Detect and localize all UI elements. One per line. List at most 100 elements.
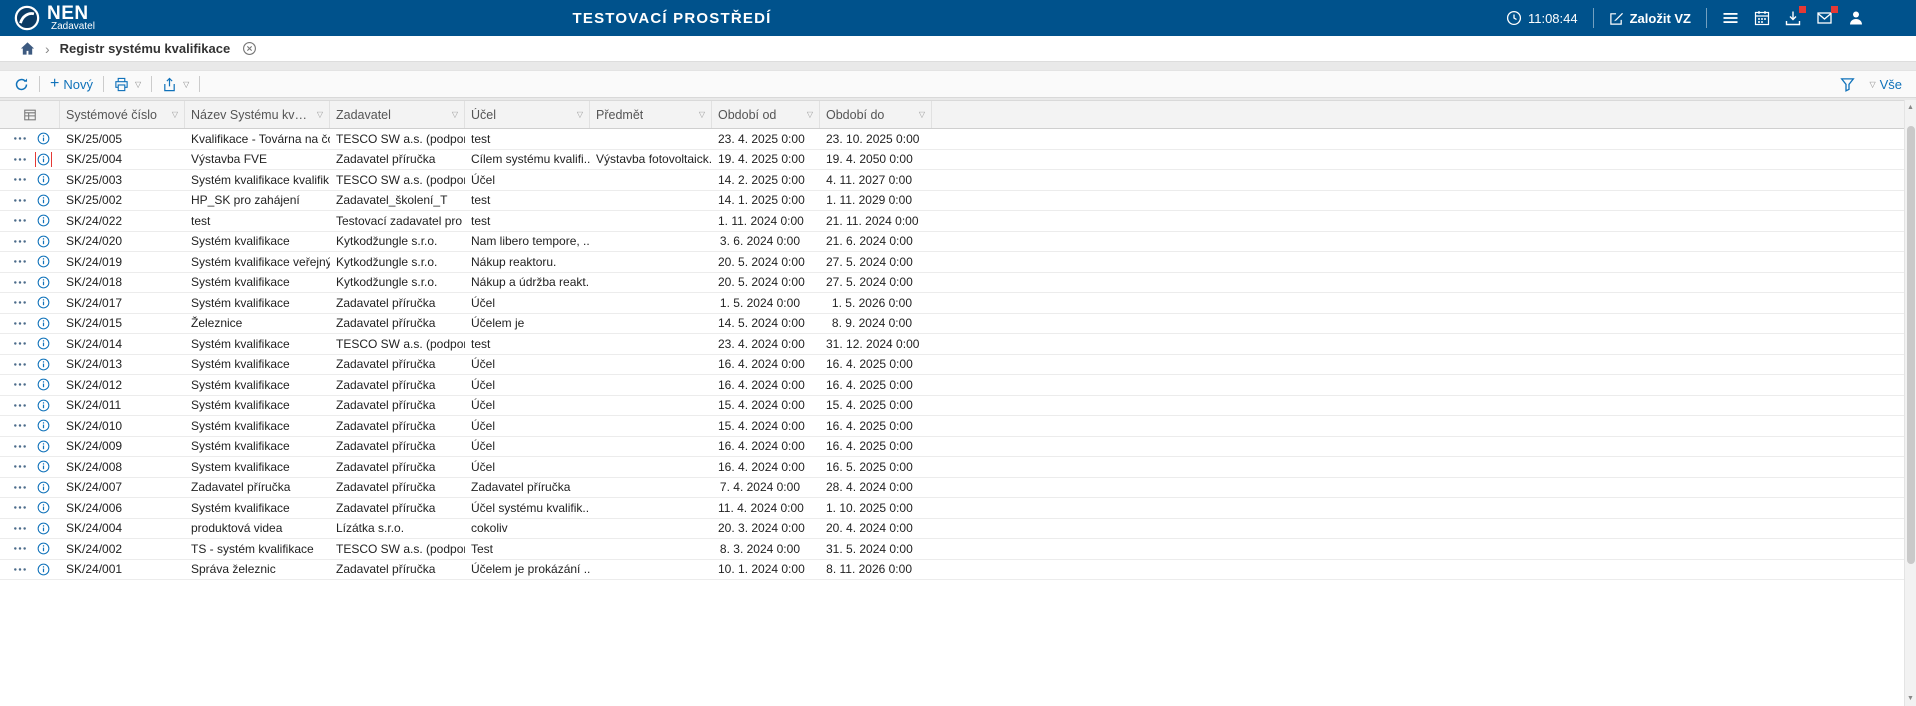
row-menu-icon[interactable] [13,198,27,203]
row-menu-icon[interactable] [13,546,27,551]
row-info-icon[interactable] [36,336,51,351]
downloads-button[interactable] [1785,10,1801,26]
messages-button[interactable] [1816,10,1833,26]
row-info-icon[interactable] [36,131,51,146]
row-info-icon[interactable] [36,562,51,577]
row-info-icon[interactable] [36,254,51,269]
row-menu-icon[interactable] [13,485,27,490]
row-info-icon[interactable] [36,459,51,474]
scrollbar-thumb[interactable] [1907,126,1915,564]
filter-caret-icon[interactable]: ▽ [317,110,323,119]
row-info-icon[interactable] [36,480,51,495]
table-row[interactable]: SK/25/005 Kvalifikace - Továrna na čo...… [0,129,1916,150]
table-row[interactable]: SK/24/020 Systém kvalifikace Kytkodžungl… [0,232,1916,253]
row-menu-icon[interactable] [13,300,27,305]
row-info-icon[interactable] [36,500,51,515]
scroll-down-icon[interactable]: ▼ [1905,695,1916,702]
home-button[interactable] [20,41,35,56]
table-row[interactable]: SK/24/008 System kvalifikace Zadavatel p… [0,457,1916,478]
table-row[interactable]: SK/24/010 Systém kvalifikace Zadavatel p… [0,416,1916,437]
filter-caret-icon[interactable]: ▽ [919,110,925,119]
row-info-icon[interactable] [36,316,51,331]
row-menu-icon[interactable] [13,218,27,223]
table-row[interactable]: SK/24/006 Systém kvalifikace Zadavatel p… [0,498,1916,519]
row-menu-icon[interactable] [13,382,27,387]
table-row[interactable]: SK/24/007 Zadavatel příručka Zadavatel p… [0,478,1916,499]
calendar-button[interactable] [1754,10,1770,26]
refresh-button[interactable] [14,77,29,92]
row-menu-icon[interactable] [13,567,27,572]
filter-caret-icon[interactable]: ▽ [577,110,583,119]
filter-caret-icon[interactable]: ▽ [807,110,813,119]
table-row[interactable]: SK/24/011 Systém kvalifikace Zadavatel p… [0,396,1916,417]
table-row[interactable]: SK/24/018 Systém kvalifikace Kytkodžungl… [0,273,1916,294]
table-row[interactable]: SK/25/003 Systém kvalifikace kvalifik...… [0,170,1916,191]
menu-button[interactable] [1722,10,1739,26]
row-info-icon[interactable] [36,213,51,228]
row-info-icon[interactable] [36,398,51,413]
vertical-scrollbar[interactable]: ▲ ▼ [1904,100,1916,706]
row-menu-icon[interactable] [13,341,27,346]
filter-caret-icon[interactable]: ▽ [172,110,178,119]
table-row[interactable]: SK/25/002 HP_SK pro zahájení Zadavatel_š… [0,191,1916,212]
print-button[interactable]: ▽ [114,77,141,92]
export-dropdown-caret-icon[interactable]: ▽ [183,80,189,89]
new-record-button[interactable]: + Nový [50,76,93,92]
scroll-up-icon[interactable]: ▲ [1905,104,1916,111]
row-info-icon[interactable] [36,541,51,556]
table-row[interactable]: SK/24/013 Systém kvalifikace Zadavatel p… [0,355,1916,376]
column-header-period-from[interactable]: Období od ▽ [712,101,820,128]
column-header-purpose[interactable]: Účel ▽ [465,101,590,128]
close-tab-button[interactable] [242,41,257,56]
row-menu-icon[interactable] [13,136,27,141]
column-header-subject[interactable]: Předmět ▽ [590,101,712,128]
nen-logo-group[interactable]: NEN Zadavatel [14,5,95,32]
table-row[interactable]: SK/24/014 Systém kvalifikace TESCO SW a.… [0,334,1916,355]
row-menu-icon[interactable] [13,505,27,510]
row-info-icon[interactable] [36,193,51,208]
row-info-icon[interactable] [36,377,51,392]
export-button[interactable]: ▽ [162,77,189,92]
row-menu-icon[interactable] [13,526,27,531]
table-row[interactable]: SK/24/002 TS - systém kvalifikace TESCO … [0,539,1916,560]
row-menu-icon[interactable] [13,362,27,367]
row-info-icon[interactable] [36,439,51,454]
row-menu-icon[interactable] [13,239,27,244]
row-menu-icon[interactable] [13,423,27,428]
create-vz-button[interactable]: Založit VZ [1609,11,1691,26]
row-info-icon[interactable] [36,295,51,310]
row-menu-icon[interactable] [13,259,27,264]
row-menu-icon[interactable] [13,280,27,285]
row-menu-icon[interactable] [13,464,27,469]
view-all-dropdown[interactable]: ▽ Vše [1867,77,1902,92]
filter-caret-icon[interactable]: ▽ [699,110,705,119]
row-info-icon[interactable] [36,152,51,167]
table-row[interactable]: SK/24/022 test Testovací zadavatel pro .… [0,211,1916,232]
filter-button[interactable] [1840,77,1855,92]
row-info-icon[interactable] [36,234,51,249]
column-chooser[interactable] [0,101,60,128]
table-row[interactable]: SK/24/019 Systém kvalifikace veřejný Kyt… [0,252,1916,273]
column-header-period-to[interactable]: Období do ▽ [820,101,932,128]
row-info-icon[interactable] [36,172,51,187]
column-header-system-number[interactable]: Systémové číslo ▽ [60,101,185,128]
row-info-icon[interactable] [36,275,51,290]
column-header-contracting-authority[interactable]: Zadavatel ▽ [330,101,465,128]
row-menu-icon[interactable] [13,403,27,408]
row-info-icon[interactable] [36,357,51,372]
row-menu-icon[interactable] [13,444,27,449]
row-menu-icon[interactable] [13,177,27,182]
table-row[interactable]: SK/24/001 Správa železnic Zadavatel přír… [0,560,1916,581]
row-menu-icon[interactable] [13,157,27,162]
row-info-icon[interactable] [36,418,51,433]
table-row[interactable]: SK/24/004 produktová videa Lízátka s.r.o… [0,519,1916,540]
table-row[interactable]: SK/24/017 Systém kvalifikace Zadavatel p… [0,293,1916,314]
filter-caret-icon[interactable]: ▽ [452,110,458,119]
table-row[interactable]: SK/24/009 Systém kvalifikace Zadavatel p… [0,437,1916,458]
row-menu-icon[interactable] [13,321,27,326]
table-row[interactable]: SK/24/012 Systém kvalifikace Zadavatel p… [0,375,1916,396]
print-dropdown-caret-icon[interactable]: ▽ [135,80,141,89]
column-header-name[interactable]: Název Systému kvalifikace ▽ [185,101,330,128]
user-profile-button[interactable] [1848,10,1864,26]
table-row[interactable]: SK/24/015 Železnice Zadavatel příručka Ú… [0,314,1916,335]
